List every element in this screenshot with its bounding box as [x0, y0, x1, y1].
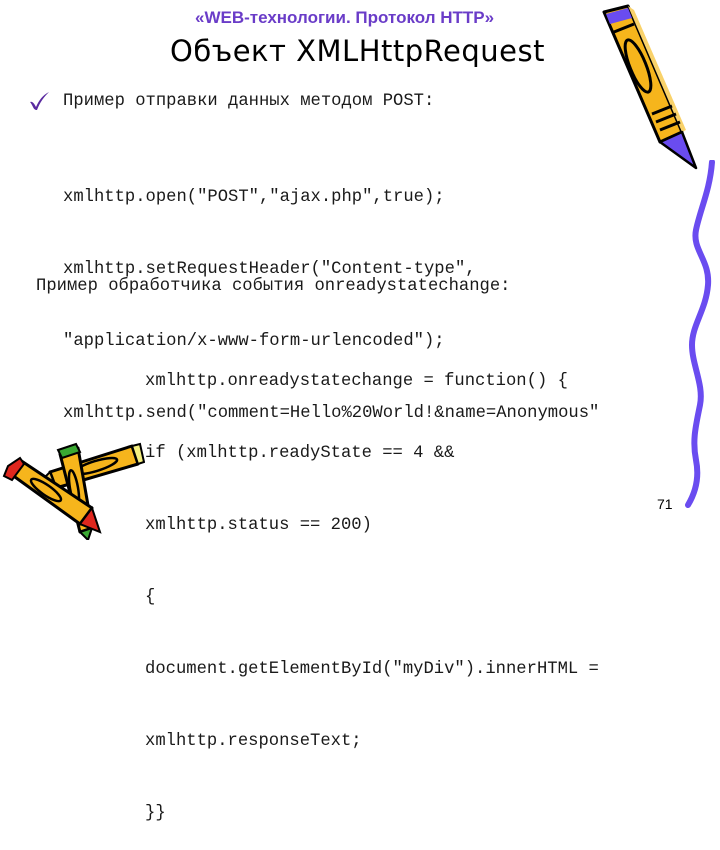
code-line: document.getElementById("myDiv").innerHT… [145, 660, 599, 679]
code-line: }} [145, 804, 166, 823]
code-line: xmlhttp.status == 200) [145, 516, 372, 535]
code-line: xmlhttp.responseText; [145, 732, 362, 751]
check-icon [30, 92, 49, 110]
pencil-icon [602, 4, 698, 170]
handler-example-code: xmlhttp.onreadystatechange = function() … [145, 322, 599, 850]
code-line: if (xmlhttp.readyState == 4 && [145, 444, 455, 463]
code-line: xmlhttp.onreadystatechange = function() … [145, 372, 568, 391]
crossed-pencils-icon [2, 442, 145, 540]
slide-title: Объект XMLHttpRequest [170, 34, 545, 68]
post-example-lead: Пример отправки данных методом POST: [63, 92, 435, 111]
code-line: xmlhttp.open("POST","ajax.php",true); [63, 188, 445, 207]
wavy-line [685, 160, 715, 508]
slide-subtitle: «WEB-технологии. Протокол HTTP» [195, 8, 495, 27]
handler-example-lead: Пример обработчика события onreadystatec… [36, 277, 511, 296]
code-line: { [145, 588, 156, 607]
